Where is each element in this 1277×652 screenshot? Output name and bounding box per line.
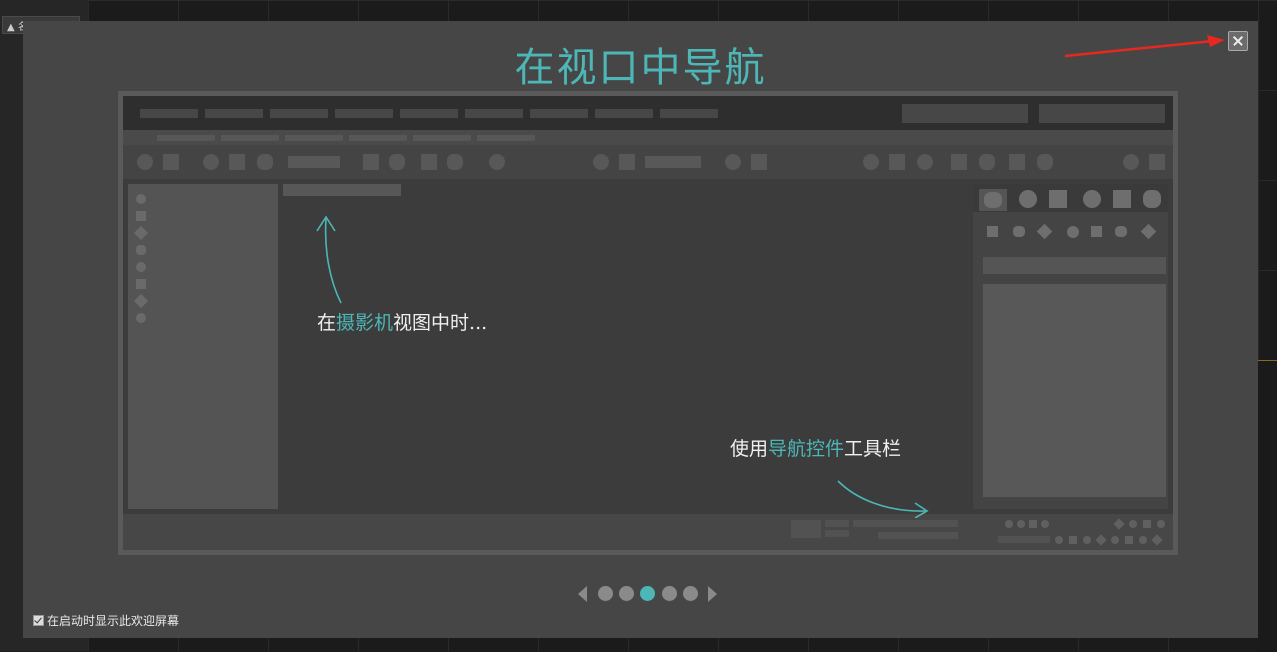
toolbar-caption-suffix: 工具栏 bbox=[844, 438, 902, 460]
red-arrow-annotation bbox=[1064, 35, 1225, 58]
page-dot-3[interactable] bbox=[640, 586, 655, 601]
show-at-startup-option[interactable]: 在启动时显示此欢迎屏幕 bbox=[33, 612, 179, 629]
viewport-border bbox=[1258, 360, 1277, 652]
camera-caption-suffix: 视图中时... bbox=[393, 312, 488, 334]
page-dot-2[interactable] bbox=[619, 586, 634, 601]
illustration-status-bar bbox=[123, 514, 1173, 550]
page-dot-5[interactable] bbox=[683, 586, 698, 601]
toolbar-caption-highlight: 导航控件 bbox=[768, 438, 845, 460]
arrow-up-icon bbox=[316, 215, 342, 304]
illustration-menubar bbox=[123, 96, 1173, 130]
illustration-frame: 在摄影机视图中时... 使用导航控件工具栏 bbox=[118, 91, 1178, 555]
camera-caption-highlight: 摄影机 bbox=[336, 312, 394, 334]
illustration-toolbar bbox=[123, 145, 1173, 179]
page-dot-4[interactable] bbox=[662, 586, 677, 601]
close-button[interactable] bbox=[1228, 31, 1248, 51]
toolbar-caption-prefix: 使用 bbox=[730, 438, 769, 460]
next-page-button[interactable] bbox=[708, 586, 717, 602]
illustration-screen: 在摄影机视图中时... 使用导航控件工具栏 bbox=[123, 96, 1173, 550]
welcome-dialog: 在视口中导航 在摄影机视图中时... 使用导航控件工具栏 在启动时显示此欢迎屏幕 bbox=[23, 21, 1258, 638]
arrow-right-icon bbox=[837, 480, 929, 518]
previous-page-button[interactable] bbox=[578, 586, 587, 602]
illustration-command-panel bbox=[973, 184, 1168, 509]
illustration-left-panel bbox=[128, 184, 278, 509]
camera-caption-prefix: 在 bbox=[317, 312, 337, 334]
show-at-startup-checkbox[interactable] bbox=[33, 615, 44, 626]
page-dot-1[interactable] bbox=[598, 586, 613, 601]
illustration-viewport-label bbox=[283, 184, 401, 196]
illustration-tabrow bbox=[123, 130, 1173, 145]
show-at-startup-label: 在启动时显示此欢迎屏幕 bbox=[47, 614, 180, 628]
camera-view-caption: 在摄影机视图中时... bbox=[317, 308, 487, 335]
nav-toolbar-caption: 使用导航控件工具栏 bbox=[730, 434, 901, 461]
